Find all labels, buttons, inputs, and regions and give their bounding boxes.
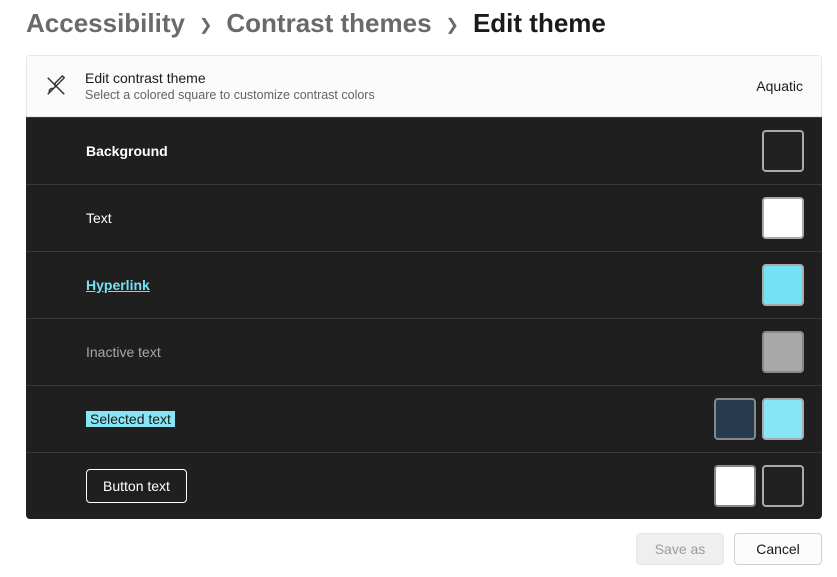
breadcrumb-item-accessibility[interactable]: Accessibility xyxy=(26,8,185,39)
edit-theme-panel: Edit contrast theme Select a colored squ… xyxy=(26,55,822,519)
chevron-right-icon: ❯ xyxy=(446,15,459,35)
brush-icon xyxy=(45,75,67,97)
panel-title: Edit contrast theme xyxy=(85,70,738,86)
swatch-inactive[interactable] xyxy=(762,331,804,373)
swatch-background[interactable] xyxy=(762,130,804,172)
row-button-text: Button text xyxy=(26,452,822,519)
save-as-button: Save as xyxy=(636,533,724,565)
footer: Save as Cancel xyxy=(0,519,837,565)
row-label: Hyperlink xyxy=(86,277,762,293)
swatch-button-fg[interactable] xyxy=(714,465,756,507)
cancel-button[interactable]: Cancel xyxy=(734,533,822,565)
swatch-hyperlink[interactable] xyxy=(762,264,804,306)
theme-name: Aquatic xyxy=(756,78,803,94)
panel-subtitle: Select a colored square to customize con… xyxy=(85,88,738,102)
row-label: Background xyxy=(86,143,762,159)
row-label: Text xyxy=(86,210,762,226)
row-label: Inactive text xyxy=(86,344,762,360)
row-selected-text: Selected text xyxy=(26,385,822,452)
row-label: Selected text xyxy=(86,411,175,427)
breadcrumb-item-edit-theme: Edit theme xyxy=(473,8,606,39)
swatch-selected-bg[interactable] xyxy=(762,398,804,440)
panel-header: Edit contrast theme Select a colored squ… xyxy=(26,55,822,117)
row-background: Background xyxy=(26,117,822,184)
swatch-button-bg[interactable] xyxy=(762,465,804,507)
row-hyperlink: Hyperlink xyxy=(26,251,822,318)
breadcrumb-item-contrast-themes[interactable]: Contrast themes xyxy=(226,8,431,39)
panel-header-text: Edit contrast theme Select a colored squ… xyxy=(85,70,738,102)
swatch-selected-fg[interactable] xyxy=(714,398,756,440)
row-text: Text xyxy=(26,184,822,251)
breadcrumb: Accessibility ❯ Contrast themes ❯ Edit t… xyxy=(0,0,837,55)
swatch-text[interactable] xyxy=(762,197,804,239)
row-inactive-text: Inactive text xyxy=(26,318,822,385)
row-label: Button text xyxy=(86,469,187,503)
chevron-right-icon: ❯ xyxy=(199,15,212,35)
